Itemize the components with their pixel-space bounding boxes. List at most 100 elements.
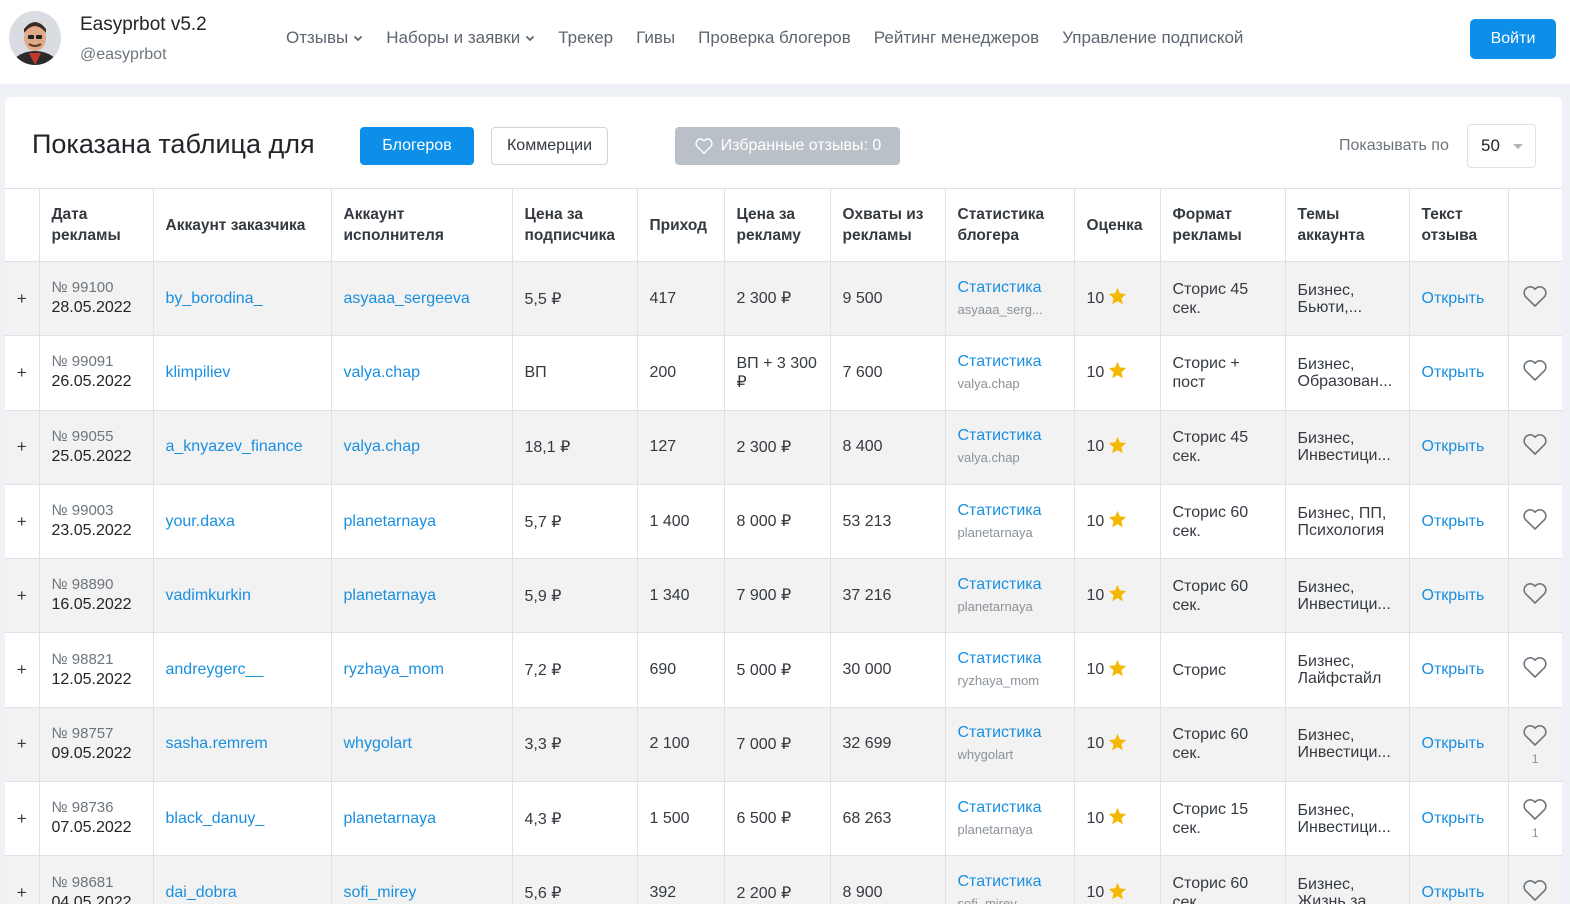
open-review-link[interactable]: Открыть	[1422, 735, 1485, 752]
account-topics: Бизнес, Инвестици...	[1297, 801, 1391, 836]
nav-item[interactable]: Гивы	[636, 28, 675, 48]
performer-account-link[interactable]: whygolart	[344, 735, 412, 752]
performer-account-link[interactable]: asyaaa_sergeeva	[344, 290, 470, 307]
nav-item[interactable]: Управление подпиской	[1062, 28, 1243, 48]
nav-item[interactable]: Наборы и заявки	[386, 28, 535, 48]
cell-reach: 37 216	[829, 558, 946, 634]
cell-performer: asyaaa_sergeeva	[330, 260, 513, 337]
rating: 10	[1087, 510, 1148, 533]
customer-account-link[interactable]: your.daxa	[166, 513, 235, 530]
stats-link[interactable]: Статистика	[958, 277, 1062, 299]
cell-blogger-stats: Статистика ryzhaya_mom	[944, 632, 1075, 708]
login-button[interactable]: Войти	[1470, 19, 1556, 59]
favorite-button[interactable]	[1522, 508, 1548, 536]
account-topics: Бизнес, Образован...	[1297, 355, 1393, 390]
expand-row-button[interactable]: +	[5, 855, 40, 904]
stats-account: valya.chap	[957, 450, 1020, 466]
commerce-toggle-button[interactable]: Коммерции	[491, 127, 608, 165]
favorite-button[interactable]	[1522, 285, 1548, 313]
favorite-button[interactable]	[1522, 433, 1548, 461]
cell-customer: a_knyazev_finance	[152, 409, 332, 485]
ad-format: Сторис 60 сек.	[1172, 577, 1249, 614]
customer-account-link[interactable]: andreygerc__	[166, 661, 264, 678]
open-review-link[interactable]: Открыть	[1422, 364, 1485, 381]
open-review-link[interactable]: Открыть	[1422, 438, 1485, 455]
customer-account-link[interactable]: dai_dobra	[166, 884, 237, 901]
chevron-down-icon	[348, 28, 363, 48]
cell-rating: 10	[1073, 781, 1161, 857]
favorites-button[interactable]: Избранные отзывы: 0	[675, 127, 900, 165]
avatar[interactable]	[9, 11, 61, 65]
favorite-button[interactable]	[1522, 656, 1548, 684]
customer-account-link[interactable]: black_danuy_	[166, 810, 265, 827]
performer-account-link[interactable]: sofi_mirey	[344, 884, 417, 901]
ad-format: Сторис 60 сек.	[1172, 726, 1249, 763]
cell-date: № 98890 16.05.2022	[38, 558, 154, 634]
cell-blogger-stats: Статистика valya.chap	[944, 409, 1075, 485]
customer-account-link[interactable]: a_knyazev_finance	[166, 438, 303, 455]
cell-date: № 99003 23.05.2022	[38, 483, 154, 560]
stats-account: whygolart	[957, 747, 1014, 763]
stats-link[interactable]: Статистика	[958, 574, 1062, 596]
cell-review-text: Открыть	[1408, 260, 1509, 337]
favorite-button[interactable]: 1	[1522, 798, 1548, 839]
nav-item[interactable]: Трекер	[558, 28, 613, 48]
stats-link[interactable]: Статистика	[958, 871, 1062, 893]
ad-date: 26.05.2022	[51, 373, 132, 391]
performer-account-link[interactable]: ryzhaya_mom	[344, 661, 444, 678]
nav-item[interactable]: Проверка блогеров	[698, 28, 851, 48]
expand-row-button[interactable]: +	[5, 409, 40, 485]
brand-title[interactable]: Easyprbot v5.2	[80, 14, 207, 36]
performer-account-link[interactable]: planetarnaya	[344, 587, 437, 604]
performer-account-link[interactable]: planetarnaya	[344, 810, 437, 827]
account-topics: Бизнес, Инвестици...	[1297, 430, 1391, 465]
stats-link[interactable]: Статистика	[958, 351, 1062, 373]
rating: 10	[1087, 807, 1148, 830]
favorite-button[interactable]: 1	[1522, 724, 1548, 765]
expand-row-button[interactable]: +	[5, 558, 40, 634]
nav-item[interactable]: Рейтинг менеджеров	[874, 28, 1039, 48]
performer-account-link[interactable]: planetarnaya	[344, 513, 437, 530]
customer-account-link[interactable]: klimpiliev	[166, 364, 231, 381]
column-header: Темы аккаунта	[1284, 188, 1410, 262]
open-review-link[interactable]: Открыть	[1422, 290, 1485, 307]
cell-format: Сторис + пост	[1159, 335, 1286, 411]
open-review-link[interactable]: Открыть	[1422, 587, 1485, 604]
rating: 10	[1087, 287, 1148, 310]
stats-link[interactable]: Статистика	[958, 722, 1062, 744]
cell-income: 127	[636, 409, 725, 485]
expand-row-button[interactable]: +	[5, 706, 40, 783]
stats-link[interactable]: Статистика	[958, 648, 1062, 670]
cell-reach: 68 263	[829, 781, 946, 857]
cell-topics: Бизнес, Жизнь за...	[1284, 855, 1410, 904]
stats-link[interactable]: Статистика	[958, 797, 1062, 819]
customer-account-link[interactable]: by_borodina_	[166, 290, 263, 307]
cell-format: Сторис 45 сек.	[1159, 409, 1286, 485]
expand-row-button[interactable]: +	[5, 260, 40, 337]
performer-account-link[interactable]: valya.chap	[344, 438, 421, 455]
expand-row-button[interactable]: +	[5, 335, 40, 411]
cell-price-per-subscriber: 3,3 ₽	[511, 706, 638, 783]
expand-row-button[interactable]: +	[5, 483, 40, 560]
stats-link[interactable]: Статистика	[958, 500, 1062, 522]
expand-row-button[interactable]: +	[5, 781, 40, 857]
customer-account-link[interactable]: vadimkurkin	[166, 587, 251, 604]
ad-date: 16.05.2022	[51, 596, 132, 614]
open-review-link[interactable]: Открыть	[1422, 884, 1485, 901]
expand-row-button[interactable]: +	[5, 632, 40, 708]
cell-favorite: 1	[1507, 781, 1562, 857]
favorite-button[interactable]	[1522, 879, 1548, 904]
favorite-button[interactable]	[1522, 359, 1548, 387]
stats-link[interactable]: Статистика	[958, 425, 1062, 447]
per-page-select[interactable]: 50	[1467, 124, 1536, 168]
bloggers-toggle-button[interactable]: Блогеров	[360, 127, 474, 165]
open-review-link[interactable]: Открыть	[1422, 513, 1485, 530]
favorite-button[interactable]	[1522, 582, 1548, 610]
table-row: + № 99100 28.05.2022 by_borodina_ asyaaa_ser…	[5, 260, 1562, 337]
nav-item[interactable]: Отзывы	[286, 28, 363, 48]
reviews-card: Показана таблица для Блогеров Коммерции …	[5, 97, 1562, 904]
open-review-link[interactable]: Открыть	[1422, 661, 1485, 678]
performer-account-link[interactable]: valya.chap	[344, 364, 421, 381]
open-review-link[interactable]: Открыть	[1422, 810, 1485, 827]
customer-account-link[interactable]: sasha.remrem	[166, 735, 268, 752]
